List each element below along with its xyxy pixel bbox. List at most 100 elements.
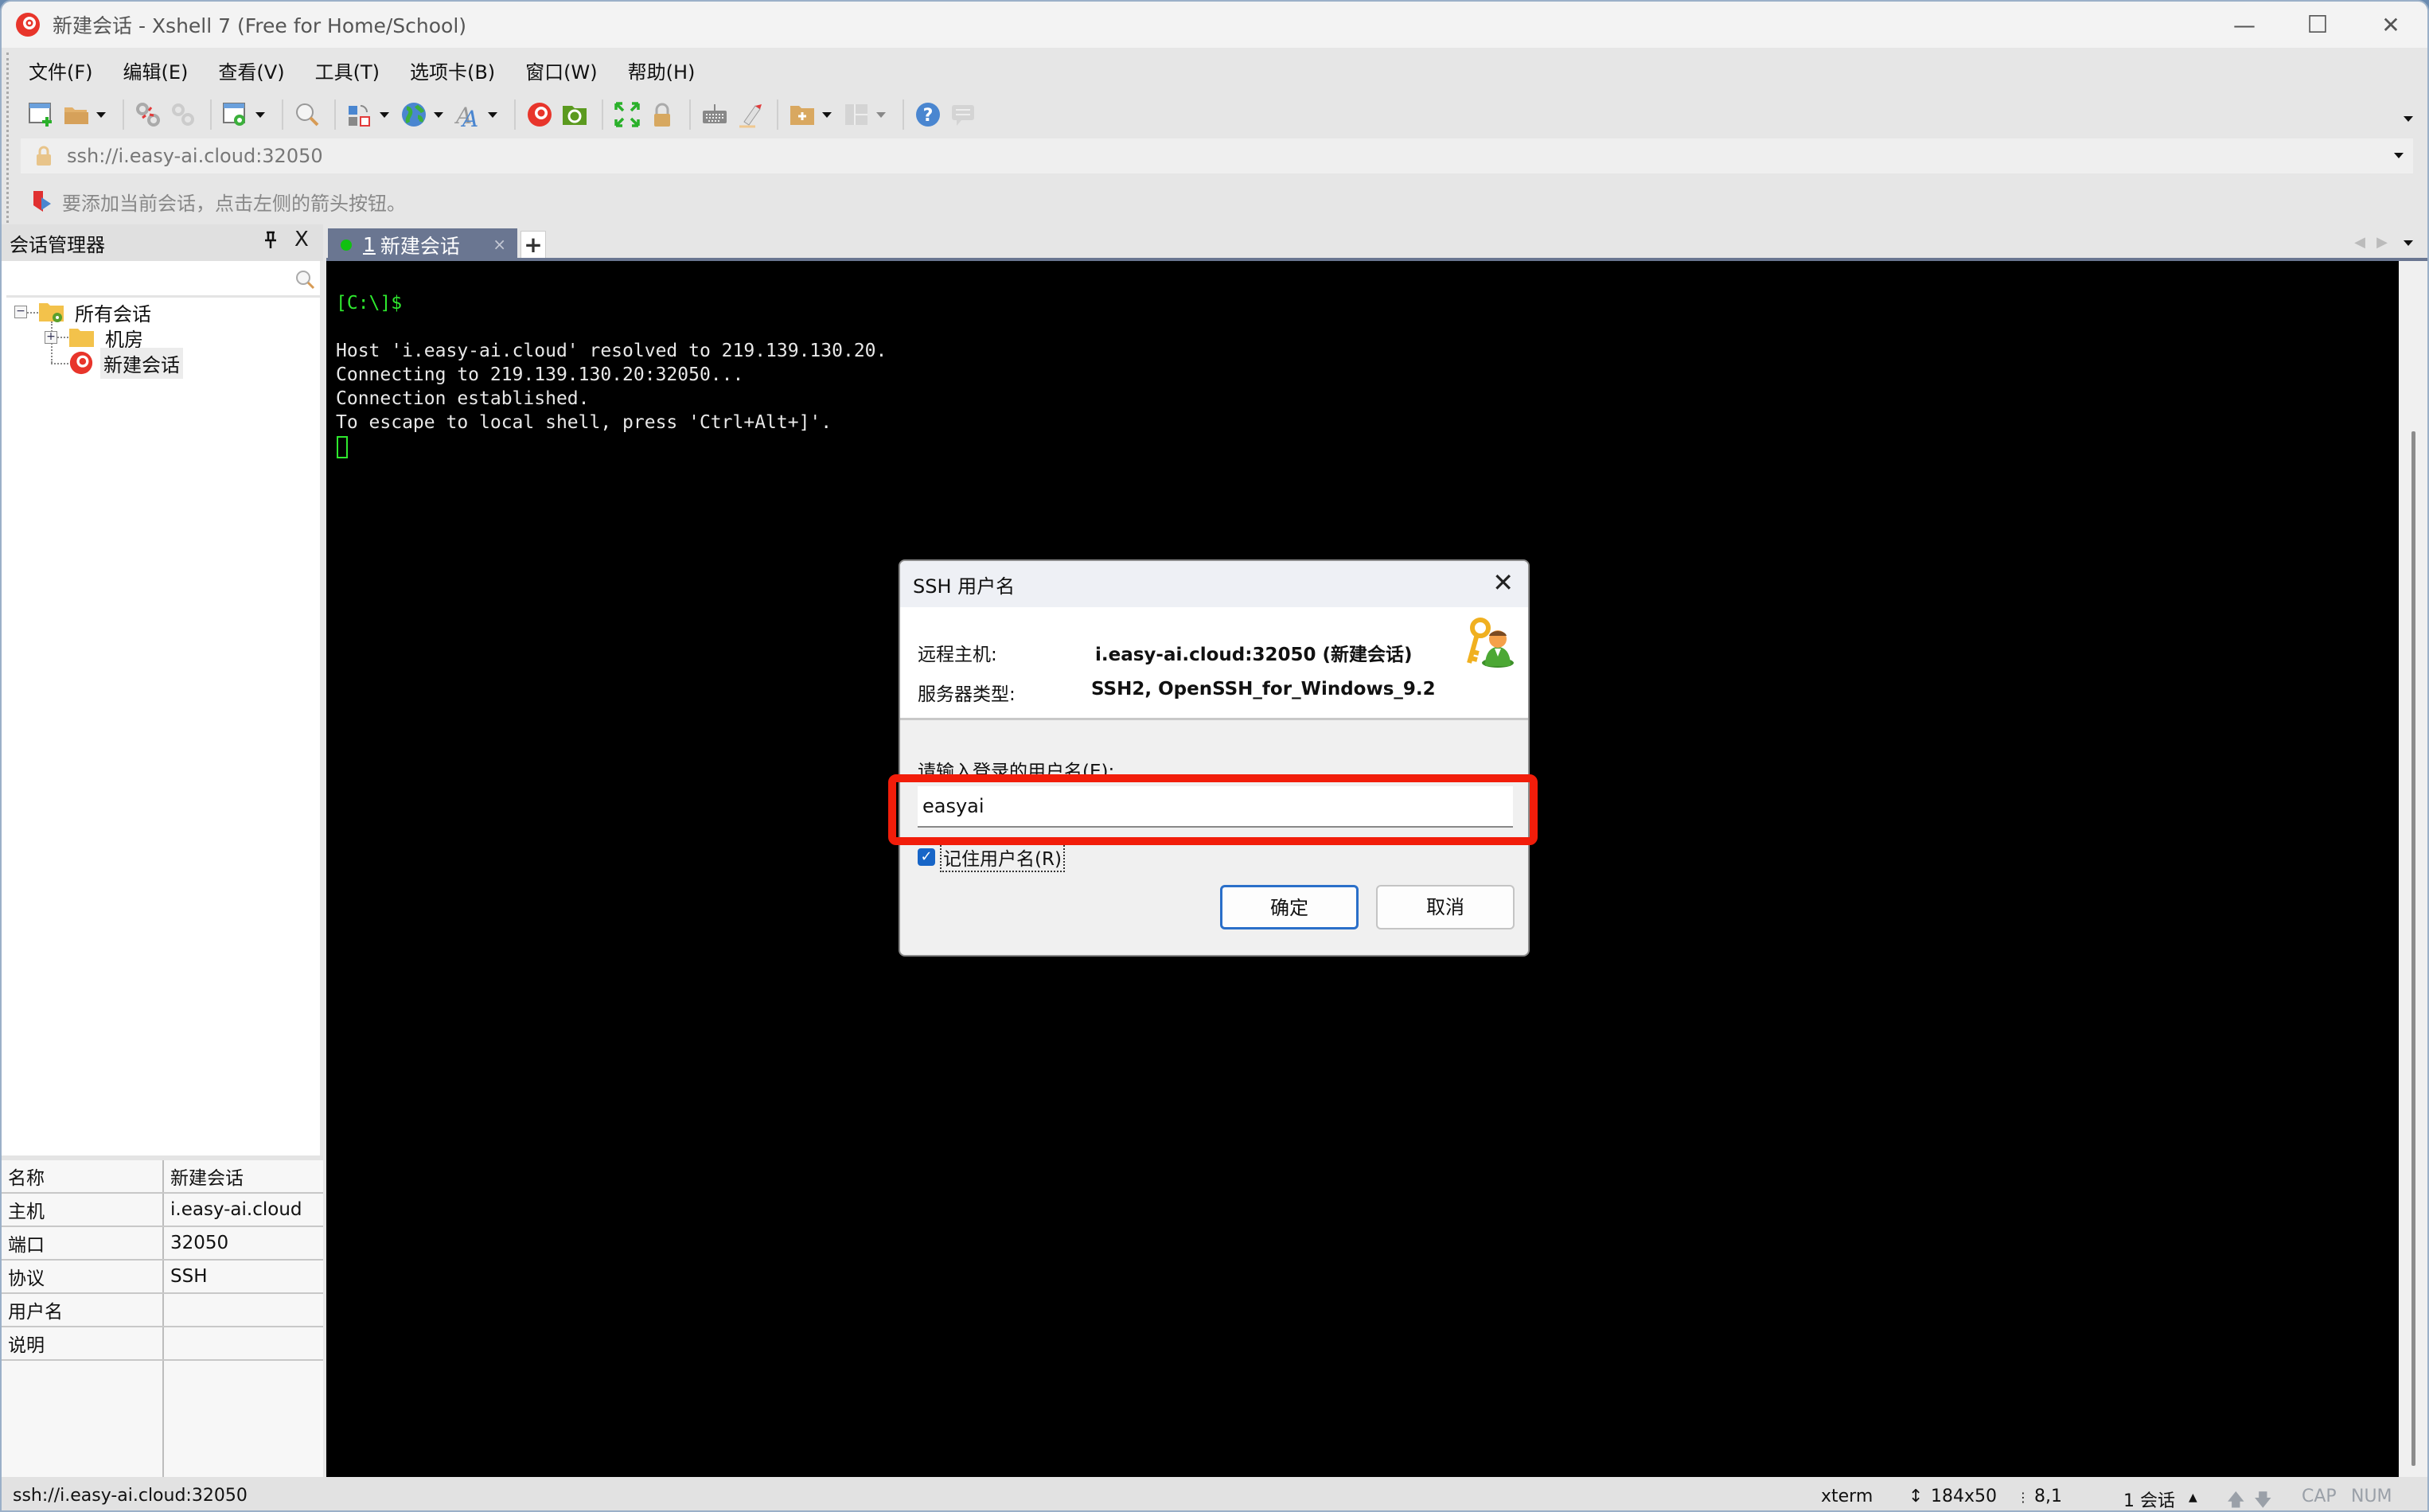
close-panel-button[interactable]: X <box>294 228 309 251</box>
xftp-button[interactable] <box>559 99 591 131</box>
terminal-scrollbar[interactable] <box>2399 261 2427 1477</box>
tab-next-icon[interactable]: ▶ <box>2376 234 2388 251</box>
checkbox-checked-icon[interactable]: ✓ <box>918 848 935 866</box>
link-icon <box>172 103 194 126</box>
session-search-input[interactable] <box>6 264 320 298</box>
toolbar-overflow-dropdown[interactable] <box>2404 116 2413 122</box>
font-button[interactable]: AA <box>452 99 484 131</box>
new-session-icon <box>29 103 52 127</box>
tab-number: 1 <box>363 233 376 256</box>
layout-button[interactable] <box>840 99 872 131</box>
dialog-close-button[interactable]: ✕ <box>1492 567 1514 598</box>
settings-window-icon <box>223 103 245 126</box>
xshell-logo-icon <box>16 13 40 37</box>
help-button[interactable]: ? <box>912 99 944 131</box>
toolbar-separator <box>334 99 336 130</box>
address-bar[interactable]: ssh://i.easy-ai.cloud:32050 <box>21 138 2413 173</box>
address-input[interactable]: ssh://i.easy-ai.cloud:32050 <box>67 145 323 167</box>
new-folder-dropdown[interactable] <box>821 111 832 118</box>
disconnect-button[interactable] <box>132 99 164 131</box>
chevron-down-icon <box>255 111 265 118</box>
remote-host-value: i.easy-ai.cloud:32050 (新建会话) <box>1095 645 1413 665</box>
fullscreen-icon <box>614 102 640 127</box>
reconnect-button[interactable] <box>167 99 199 131</box>
dialog-title: SSH 用户名 <box>913 575 1016 598</box>
new-session-button[interactable] <box>25 99 57 131</box>
tab-label: 新建会话 <box>380 234 460 258</box>
toolbar-separator <box>689 99 691 130</box>
tree-label: 新建会话 <box>100 347 183 379</box>
property-value: SSH <box>170 1266 208 1287</box>
chevron-down-icon <box>822 111 832 118</box>
font-icon: AA <box>454 103 478 128</box>
sessions-up-icon[interactable]: ▲ <box>2189 1491 2197 1504</box>
transfer-dropdown[interactable] <box>379 111 390 118</box>
find-button[interactable] <box>291 99 323 131</box>
tree-item-new-session[interactable]: 新建会话 <box>68 347 183 379</box>
xshell-button[interactable] <box>524 99 556 131</box>
tab-list-dropdown[interactable] <box>2404 240 2413 246</box>
arrow-down-icon[interactable]: 🡇 <box>2254 1487 2272 1510</box>
lock-icon <box>37 146 51 166</box>
disconnect-icon <box>136 103 160 127</box>
cancel-button[interactable]: 取消 <box>1376 885 1515 929</box>
terminal-prompt: [C:\]$ <box>336 293 403 314</box>
property-row: 端口 32050 <box>2 1227 323 1261</box>
maximize-button[interactable]: ☐ <box>2281 2 2354 48</box>
tab-close-icon[interactable]: × <box>493 235 506 254</box>
add-tab-button[interactable]: + <box>520 231 546 261</box>
menu-help[interactable]: 帮助(H) <box>625 52 699 89</box>
menu-file[interactable]: 文件(F) <box>25 52 96 89</box>
property-key: 端口 <box>8 1235 45 1256</box>
lock-button[interactable] <box>646 99 678 131</box>
cursor-icon: ⋮ <box>2017 1490 2029 1505</box>
close-window-button[interactable]: ✕ <box>2354 2 2427 48</box>
fullscreen-button[interactable] <box>611 99 643 131</box>
toolbar: AA ? <box>2 92 2427 137</box>
highlight-button[interactable] <box>734 99 766 131</box>
toolbar-grip[interactable] <box>6 53 10 228</box>
remember-username-label[interactable]: 记住用户名(R) <box>940 842 1065 872</box>
status-sessions[interactable]: 1 会话 <box>2123 1487 2175 1510</box>
open-dropdown[interactable] <box>96 111 107 118</box>
chevron-down-icon <box>434 111 443 118</box>
menu-edit[interactable]: 编辑(E) <box>120 52 192 89</box>
toolbar-separator <box>777 99 778 130</box>
xshell-icon <box>528 103 552 127</box>
add-session-arrow-icon[interactable] <box>32 189 54 213</box>
new-folder-button[interactable] <box>786 99 818 131</box>
chevron-down-icon <box>380 111 389 118</box>
font-dropdown[interactable] <box>487 111 498 118</box>
property-value: 新建会话 <box>170 1168 244 1189</box>
collapse-icon[interactable]: − <box>14 306 27 318</box>
menu-window[interactable]: 窗口(W) <box>522 52 600 89</box>
tab-prev-icon[interactable]: ◀ <box>2354 234 2365 251</box>
tab-new-session[interactable]: 1 新建会话 × <box>328 228 517 261</box>
globe-dropdown[interactable] <box>433 111 444 118</box>
pin-icon[interactable] <box>264 231 277 255</box>
layout-dropdown[interactable] <box>875 111 887 118</box>
menu-view[interactable]: 查看(V) <box>215 52 287 89</box>
hint-text: 要添加当前会话，点击左侧的箭头按钮。 <box>62 192 406 215</box>
expand-icon[interactable]: + <box>45 331 57 344</box>
menu-tools[interactable]: 工具(T) <box>312 52 383 89</box>
status-num: NUM <box>2351 1487 2392 1506</box>
remember-username-checkbox[interactable]: ✓ 记住用户名(R) <box>918 842 1065 872</box>
ok-button[interactable]: 确定 <box>1220 885 1359 929</box>
session-properties-table: 名称 新建会话 主机 i.easy-ai.cloud 端口 32050 协议 S… <box>2 1155 323 1477</box>
globe-button[interactable] <box>398 99 430 131</box>
menu-tabs[interactable]: 选项卡(B) <box>407 52 498 89</box>
keyboard-button[interactable] <box>699 99 731 131</box>
scrollbar-thumb[interactable] <box>2411 431 2415 1466</box>
session-properties-dropdown[interactable] <box>255 111 266 118</box>
session-properties-button[interactable] <box>220 99 251 131</box>
minimize-button[interactable]: — <box>2208 2 2281 48</box>
chat-button[interactable] <box>947 99 979 131</box>
chevron-down-icon <box>876 111 886 118</box>
arrow-up-icon[interactable]: 🡅 <box>2227 1487 2245 1510</box>
transfer-button[interactable] <box>344 99 376 131</box>
terminal-cursor <box>337 436 348 458</box>
property-key: 说明 <box>8 1335 45 1356</box>
address-dropdown[interactable] <box>2394 153 2404 158</box>
open-button[interactable] <box>60 99 92 131</box>
